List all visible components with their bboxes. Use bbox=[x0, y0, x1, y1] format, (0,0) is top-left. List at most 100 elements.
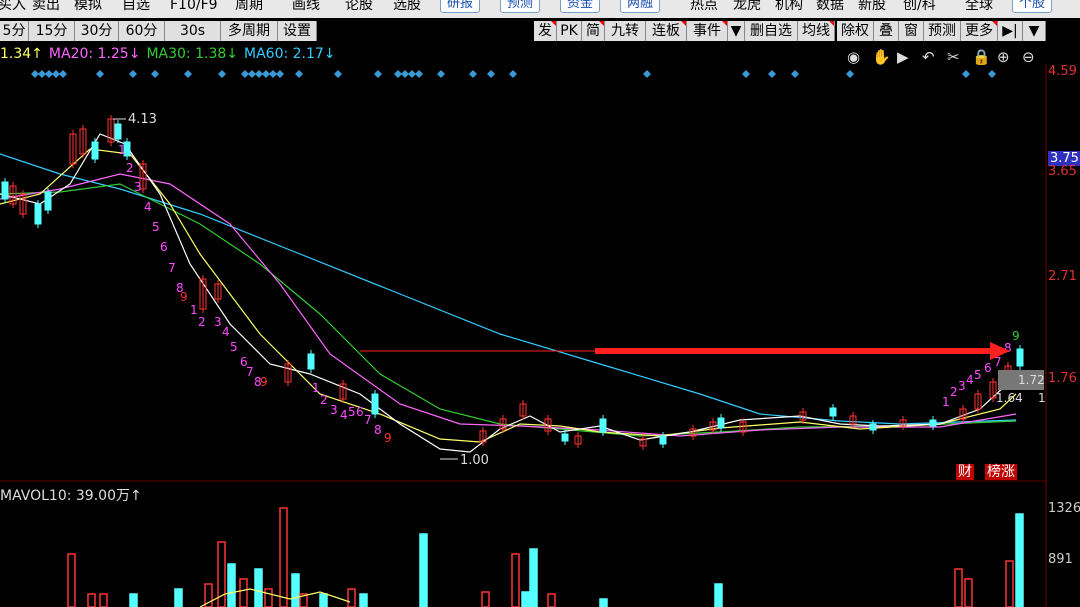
event-diamond bbox=[643, 70, 651, 78]
tool-button-8[interactable]: 均线 bbox=[798, 21, 835, 41]
menu-pill-3[interactable]: 两融 bbox=[620, 0, 661, 13]
menu-right-item-2[interactable]: 机构 bbox=[775, 0, 803, 14]
volume-bar bbox=[481, 591, 490, 607]
volume-bar bbox=[129, 593, 138, 607]
menu-pill-0[interactable]: 研报 bbox=[440, 0, 481, 13]
volume-bar bbox=[521, 591, 530, 607]
top-menu-bar: 买入 卖出 模拟 自选 F10/F9 周期 画线 论股 选股 研报 预测 资金 两融 热点 龙虎 机构 数据 新股… bbox=[0, 0, 1080, 18]
event-diamond bbox=[437, 70, 445, 78]
volume-bar bbox=[419, 533, 428, 607]
menu-item-4[interactable]: F10/F9 bbox=[170, 0, 218, 14]
volume-bar bbox=[347, 588, 356, 607]
candlestick bbox=[91, 141, 99, 160]
menu-right-item-3[interactable]: 数据 bbox=[816, 0, 844, 14]
event-diamond bbox=[241, 70, 249, 78]
menu-item-3[interactable]: 自选 bbox=[122, 0, 150, 14]
price-axis-label: 3.65 bbox=[1048, 164, 1077, 179]
td-count-label: 4 bbox=[222, 325, 230, 339]
volume-bar bbox=[547, 593, 556, 607]
period-button-6[interactable]: 设置 bbox=[278, 21, 317, 41]
candlestick bbox=[659, 435, 667, 445]
volume-bar bbox=[511, 553, 520, 607]
volume-axis-label: 891 bbox=[1048, 552, 1073, 567]
tool-button-10[interactable]: 叠 bbox=[874, 21, 899, 41]
rank-tag[interactable]: 榜涨 bbox=[985, 464, 1017, 480]
td-count-label: 1 bbox=[190, 303, 198, 317]
menu-item-0[interactable]: 买入 bbox=[0, 0, 26, 14]
tool-button-9[interactable]: 除权 bbox=[837, 21, 874, 41]
menu-right-item-0[interactable]: 热点 bbox=[690, 0, 718, 14]
volume-bar bbox=[99, 593, 108, 607]
volume-bar bbox=[87, 593, 96, 607]
volume-bar bbox=[279, 507, 288, 607]
candlestick bbox=[829, 407, 837, 417]
tool-button-3[interactable]: 九转 bbox=[605, 21, 646, 41]
price-axis-label: 4.59 bbox=[1048, 64, 1077, 79]
volume-bar bbox=[964, 578, 973, 607]
tool-button-0[interactable]: 发 bbox=[534, 21, 557, 41]
volume-bar bbox=[67, 553, 76, 607]
menu-right-item-4[interactable]: 新股 bbox=[858, 0, 886, 14]
menu-item-1[interactable]: 卖出 bbox=[32, 0, 60, 14]
period-button-3[interactable]: 60分 bbox=[119, 21, 165, 41]
volume-axis-label: 1326 bbox=[1048, 501, 1080, 516]
menu-right-item-5[interactable]: 创/科 bbox=[903, 0, 936, 14]
period-button-1[interactable]: 15分 bbox=[29, 21, 75, 41]
td-count-label: 6 bbox=[356, 405, 364, 419]
tool-button-12[interactable]: 预测 bbox=[924, 21, 961, 41]
tool-button-11[interactable]: 窗 bbox=[899, 21, 924, 41]
event-diamond bbox=[45, 70, 53, 78]
menu-item-6[interactable]: 画线 bbox=[292, 0, 320, 14]
tool-button-4[interactable]: 连板 bbox=[646, 21, 687, 41]
event-diamond bbox=[129, 70, 137, 78]
tool-button-5[interactable]: 事件 bbox=[687, 21, 728, 41]
period-button-4[interactable]: 30s bbox=[165, 21, 221, 41]
tool-button-7[interactable]: 删自选 bbox=[745, 21, 798, 41]
tool-button-13[interactable]: 更多 bbox=[961, 21, 998, 41]
menu-pill-stock[interactable]: 个股 bbox=[1012, 0, 1053, 13]
tool-button-6[interactable]: ▼ bbox=[728, 21, 745, 41]
menu-item-5[interactable]: 周期 bbox=[235, 0, 263, 14]
menu-right-item-6[interactable]: 全球 bbox=[965, 0, 993, 14]
menu-item-8[interactable]: 选股 bbox=[393, 0, 421, 14]
candlestick bbox=[561, 433, 569, 442]
tool-button-15[interactable]: ▼ bbox=[1023, 21, 1046, 41]
event-diamond bbox=[218, 70, 226, 78]
event-diamond bbox=[415, 70, 423, 78]
event-diamond bbox=[52, 70, 60, 78]
menu-pill-2[interactable]: 资金 bbox=[560, 0, 601, 13]
period-button-0[interactable]: 5分 bbox=[0, 21, 29, 41]
candlestick bbox=[34, 203, 42, 225]
red-corner-marker bbox=[551, 21, 556, 26]
td-count-label: 7 bbox=[246, 365, 254, 379]
kline-chart[interactable]: 12345678912 3456789 123 4 5 678912 3 4 5 6 7894.13… bbox=[0, 64, 1080, 607]
ma10-line bbox=[0, 148, 1017, 443]
td-count-label: 9 bbox=[1012, 329, 1020, 343]
event-diamond bbox=[255, 70, 263, 78]
td-count-label: 9 bbox=[260, 375, 268, 389]
period-button-2[interactable]: 30分 bbox=[75, 21, 119, 41]
volume-bar bbox=[599, 598, 608, 607]
ma-legend-item-2: MA30: 1.38↓ bbox=[146, 46, 238, 62]
event-diamond bbox=[276, 70, 284, 78]
menu-item-2[interactable]: 模拟 bbox=[74, 0, 102, 14]
menu-item-7[interactable]: 论股 bbox=[345, 0, 373, 14]
tool-button-14[interactable]: ▶| bbox=[998, 21, 1023, 41]
menu-pill-1[interactable]: 预测 bbox=[500, 0, 541, 13]
td-count-label: 2 bbox=[198, 315, 206, 329]
finance-tag[interactable]: 财 bbox=[956, 464, 974, 480]
menu-right-item-1[interactable]: 龙虎 bbox=[733, 0, 761, 14]
td-count-label: 1 bbox=[942, 395, 950, 409]
red-corner-marker bbox=[681, 21, 686, 26]
volume-bar bbox=[254, 568, 263, 607]
td-count-label: 5 bbox=[348, 405, 356, 419]
td-count-label: 4 bbox=[966, 373, 974, 387]
period-button-5[interactable]: 多周期 bbox=[221, 21, 278, 41]
tool-button-2[interactable]: 简 bbox=[582, 21, 605, 41]
event-diamond bbox=[742, 70, 750, 78]
tool-button-1[interactable]: PK bbox=[557, 21, 582, 41]
event-diamond bbox=[96, 70, 104, 78]
volume-bar bbox=[174, 588, 183, 607]
ma-legend-item-0: 1.34↑ bbox=[0, 46, 43, 62]
td-count-label: 1 bbox=[118, 143, 126, 157]
